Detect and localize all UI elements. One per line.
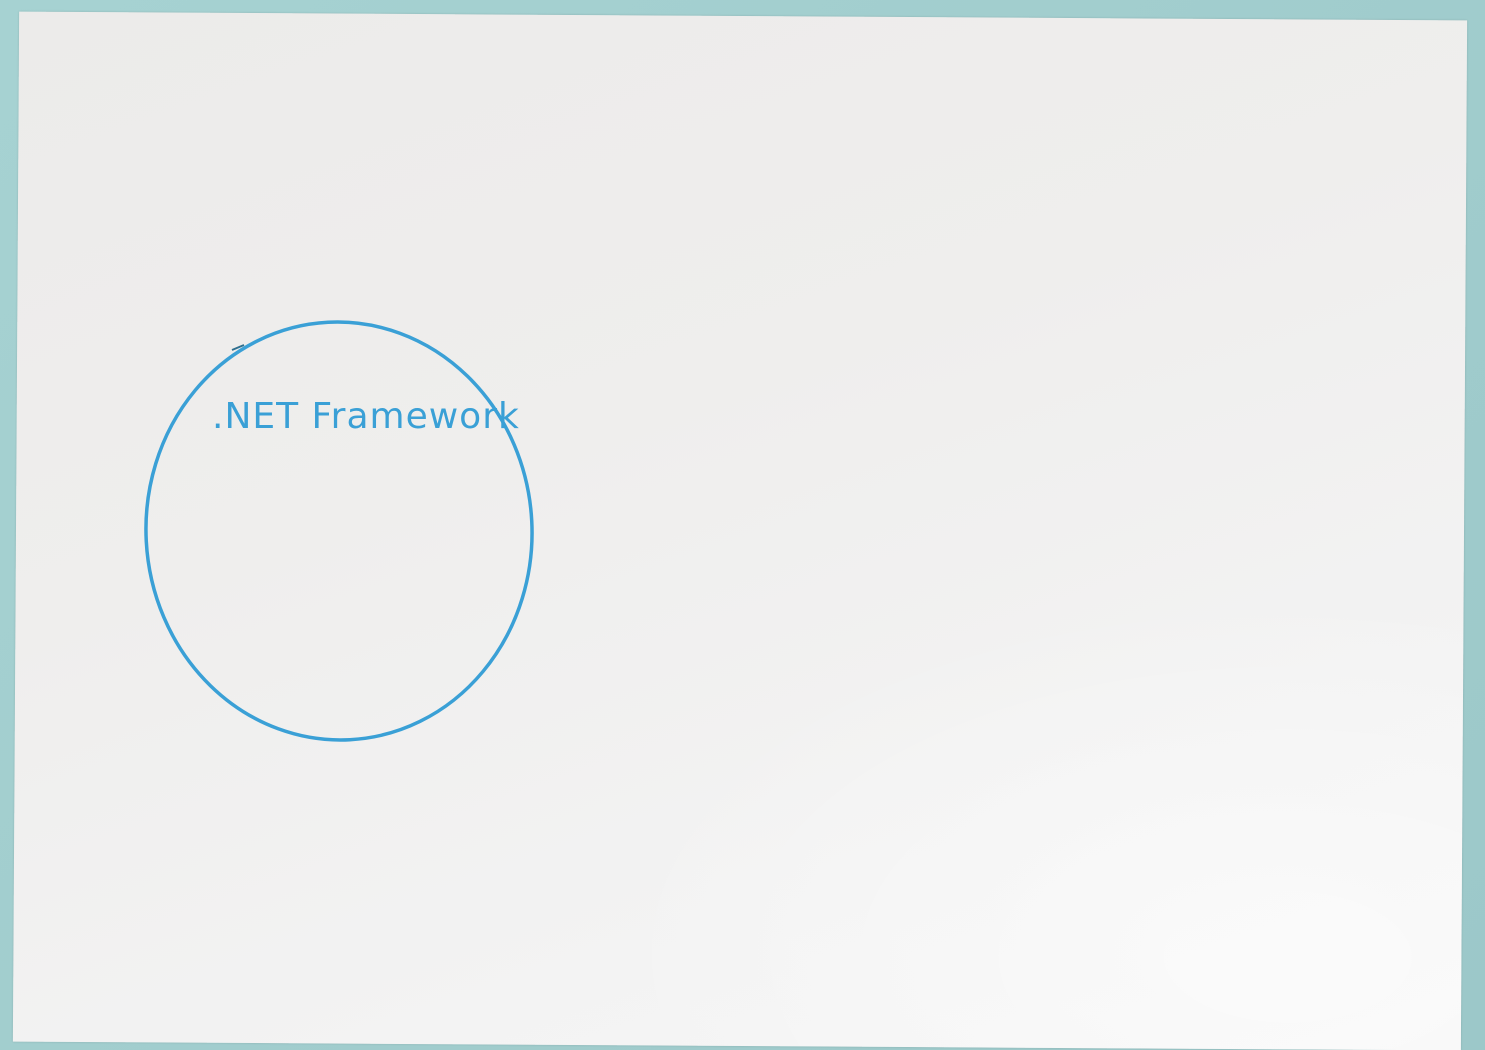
hand-drawn-diagram: .NET Framework: [144, 320, 534, 742]
framework-circle: [144, 320, 534, 742]
photo-scene: .NET Framework: [0, 0, 1485, 1050]
framework-label: .NET Framework: [212, 396, 520, 437]
